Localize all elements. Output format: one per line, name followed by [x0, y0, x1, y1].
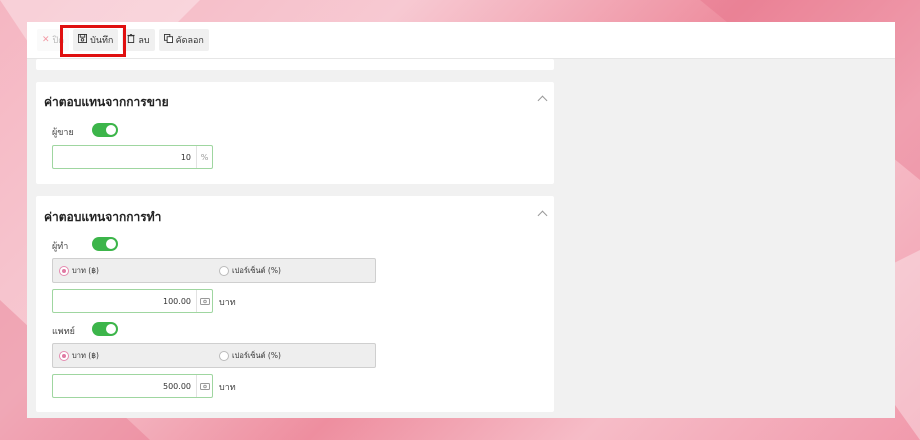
doctor-radio-baht[interactable]: บาท (฿): [59, 350, 99, 362]
app-window: ✕ ปิด บันทึก ลบ คัดลอก ค่าตอบแทนจากการขา…: [27, 22, 895, 418]
percent-icon: %: [196, 146, 212, 168]
toolbar: ✕ ปิด บันทึก ลบ คัดลอก: [27, 22, 895, 59]
doer-radio-baht[interactable]: บาท (฿): [59, 265, 99, 277]
doctor-unit-label: บาท: [219, 383, 236, 393]
previous-section-card: [36, 59, 554, 70]
seller-commission-value: 10: [180, 152, 191, 162]
doctor-amount-input[interactable]: 500.00: [52, 374, 213, 398]
delete-button[interactable]: ลบ: [122, 29, 155, 51]
close-button[interactable]: ✕ ปิด: [37, 29, 70, 51]
doer-amount-value: 100.00: [163, 296, 191, 306]
doer-radio-percent-label: เปอร์เซ็นต์ (%): [232, 266, 281, 275]
save-icon: [78, 34, 88, 46]
save-label: บันทึก: [90, 36, 114, 46]
radio-unselected-icon: [219, 266, 229, 276]
money-icon: [196, 375, 212, 397]
doctor-radio-baht-label: บาท (฿): [72, 351, 99, 360]
doer-label: ผู้ทำ: [52, 242, 69, 252]
close-icon: ✕: [42, 34, 50, 45]
chevron-up-icon[interactable]: [537, 210, 548, 221]
chevron-up-icon[interactable]: [537, 95, 548, 106]
doctor-radio-percent-label: เปอร์เซ็นต์ (%): [232, 351, 281, 360]
doer-unit-label: บาท: [219, 298, 236, 308]
doer-amount-input[interactable]: 100.00: [52, 289, 213, 313]
copy-icon: [163, 34, 173, 46]
doctor-radio-percent[interactable]: เปอร์เซ็นต์ (%): [219, 350, 281, 362]
doctor-rate-type-group: บาท (฿) เปอร์เซ็นต์ (%): [52, 343, 376, 368]
doctor-amount-value: 500.00: [163, 381, 191, 391]
sales-section-title: ค่าตอบแทนจากการขาย: [44, 95, 169, 109]
copy-button[interactable]: คัดลอก: [158, 29, 209, 51]
doer-radio-percent[interactable]: เปอร์เซ็นต์ (%): [219, 265, 281, 277]
radio-selected-icon: [59, 351, 69, 361]
close-label: ปิด: [52, 36, 65, 46]
radio-selected-icon: [59, 266, 69, 276]
doer-toggle[interactable]: [92, 237, 118, 251]
trash-icon: [127, 34, 135, 46]
save-button[interactable]: บันทึก: [73, 29, 119, 51]
delete-label: ลบ: [138, 36, 150, 46]
radio-unselected-icon: [219, 351, 229, 361]
doer-radio-baht-label: บาท (฿): [72, 266, 99, 275]
doctor-label: แพทย์: [52, 327, 75, 337]
seller-commission-input[interactable]: 10 %: [52, 145, 213, 169]
doer-rate-type-group: บาท (฿) เปอร์เซ็นต์ (%): [52, 258, 376, 283]
service-compensation-card: ค่าตอบแทนจากการทำ ผู้ทำ บาท (฿) เปอร์เซ็…: [36, 196, 554, 412]
doctor-toggle[interactable]: [92, 322, 118, 336]
seller-toggle[interactable]: [92, 123, 118, 137]
copy-label: คัดลอก: [175, 36, 204, 46]
money-icon: [196, 290, 212, 312]
seller-label: ผู้ขาย: [52, 128, 74, 138]
sales-compensation-card: ค่าตอบแทนจากการขาย ผู้ขาย 10 %: [36, 82, 554, 184]
service-section-title: ค่าตอบแทนจากการทำ: [44, 210, 162, 224]
